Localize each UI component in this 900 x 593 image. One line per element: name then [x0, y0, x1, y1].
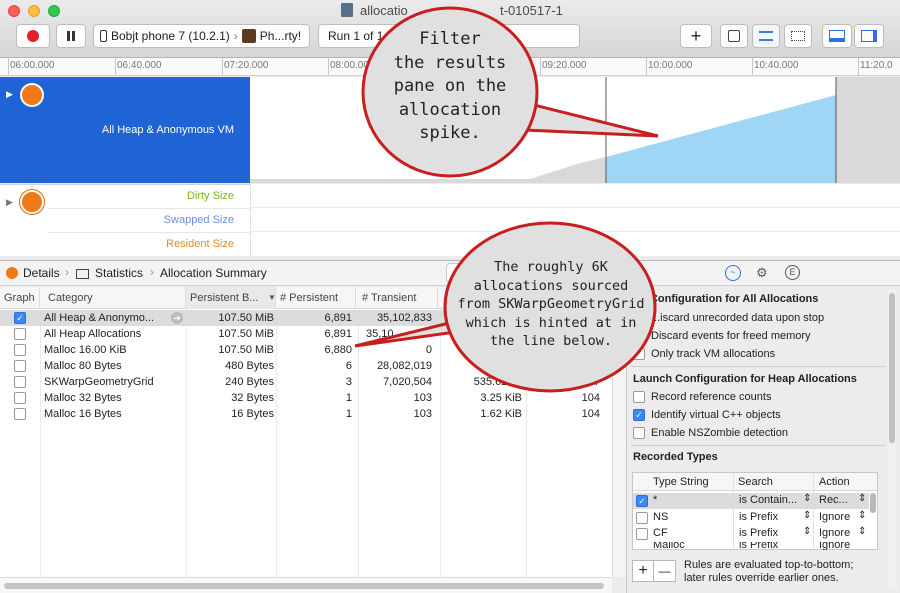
callout-line: from SKWarpGeometryGrid — [457, 296, 645, 312]
callout-line: The roughly 6K — [494, 259, 608, 275]
callout-line: the results — [393, 52, 507, 73]
bottom-callout-text: The roughly 6K allocations sourced from … — [448, 258, 654, 351]
callout-line: spike. — [419, 123, 481, 143]
callout-line: allocation — [398, 99, 502, 120]
instruments-window: allocatio t-010517-1 Bobjt phone 7 (10.2… — [0, 0, 900, 593]
callout-line: which is hinted at in — [465, 314, 637, 331]
callout-line: pane on the — [393, 76, 507, 96]
callout-line: Filter — [419, 29, 481, 49]
callout-line: allocations sourced — [473, 277, 629, 294]
callout-line: the line below. — [490, 333, 612, 349]
top-callout-text: Filter the results pane on the allocatio… — [370, 28, 530, 146]
